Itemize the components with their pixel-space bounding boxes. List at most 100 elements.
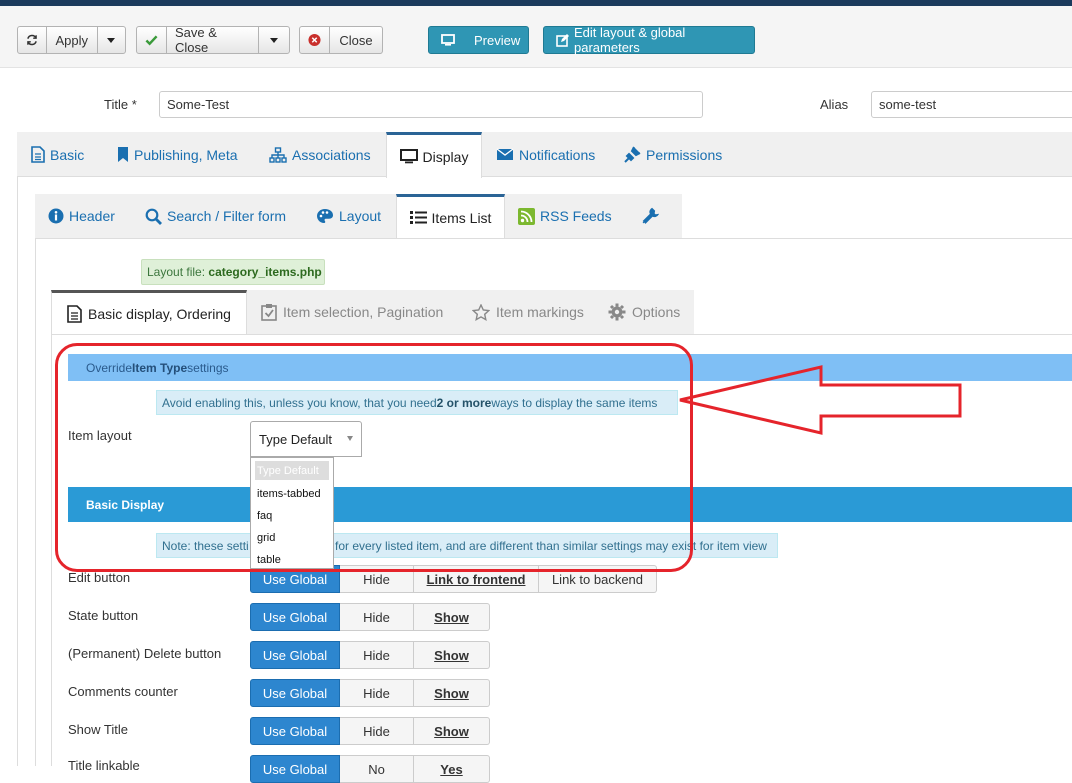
close-button[interactable]: Close: [330, 27, 382, 53]
dropdown-option[interactable]: Type Default: [255, 461, 329, 480]
warning-note: Avoid enabling this, unless you know, th…: [156, 390, 678, 415]
tab-display[interactable]: Display: [386, 132, 482, 178]
edit-icon: [556, 33, 569, 47]
save-close-button[interactable]: Save & Close: [167, 25, 260, 55]
main-tabs: Basic Publishing, Meta Associations Disp…: [17, 132, 1072, 178]
title-linkable-options: Use Global No Yes: [250, 755, 490, 783]
option-show[interactable]: Show: [414, 641, 490, 669]
layout-file-badge: Layout file: category_items.php: [141, 259, 325, 285]
wrench-icon: [641, 207, 659, 225]
palette-icon: [316, 208, 334, 224]
option-show[interactable]: Show: [414, 717, 490, 745]
option-use-global[interactable]: Use Global: [250, 603, 340, 631]
option-use-global[interactable]: Use Global: [250, 717, 340, 745]
dropdown-option[interactable]: items-tabbed: [251, 483, 333, 505]
tab-associations[interactable]: Associations: [269, 132, 371, 177]
edit-layout-button[interactable]: Edit layout & global parameters: [543, 25, 755, 55]
close-button-group[interactable]: Close: [299, 26, 383, 54]
item-layout-label: Item layout: [68, 428, 132, 443]
search-icon: [145, 208, 162, 225]
option-no[interactable]: No: [340, 755, 414, 783]
monitor-icon: [441, 34, 455, 46]
monitor-icon: [399, 149, 418, 164]
option-link-frontend[interactable]: Link to frontend: [414, 565, 539, 593]
refresh-icon: [18, 27, 47, 53]
comments-counter-options: Use Global Hide Show: [250, 679, 490, 707]
tab-items-list[interactable]: Items List: [396, 194, 505, 238]
item-layout-dropdown: Type Default items-tabbed faq grid table: [250, 457, 334, 569]
chevron-down-icon: [107, 37, 116, 43]
option-hide[interactable]: Hide: [340, 641, 414, 669]
option-show[interactable]: Show: [414, 603, 490, 631]
list-icon: [409, 210, 427, 225]
clipboard-check-icon: [261, 303, 277, 321]
check-icon: [137, 27, 167, 53]
bookmark-icon: [117, 146, 129, 163]
layout-file-name: category_items.php: [208, 265, 322, 279]
tab-permissions[interactable]: Permissions: [623, 132, 722, 177]
rss-icon: [518, 207, 535, 225]
tab-basic-display-ordering[interactable]: Basic display, Ordering: [51, 290, 247, 334]
item-layout-select[interactable]: Type Default: [250, 421, 362, 457]
tab-advanced[interactable]: [641, 194, 659, 238]
show-title-label: Show Title: [68, 722, 128, 737]
option-use-global[interactable]: Use Global: [250, 755, 340, 783]
tab-basic[interactable]: Basic: [31, 132, 84, 177]
option-link-backend[interactable]: Link to backend: [539, 565, 657, 593]
option-hide[interactable]: Hide: [340, 565, 414, 593]
override-header: Override Item Type settings: [68, 354, 1072, 381]
tab-notifications[interactable]: Notifications: [496, 132, 595, 177]
chevron-down-icon: [270, 37, 279, 43]
option-use-global[interactable]: Use Global: [250, 641, 340, 669]
delete-button-options: Use Global Hide Show: [250, 641, 490, 669]
preview-button[interactable]: Preview: [428, 26, 529, 54]
star-icon: [472, 303, 490, 321]
items-list-subtabs: Basic display, Ordering Item selection, …: [51, 290, 694, 334]
gear-icon: [608, 303, 626, 321]
state-button-label: State button: [68, 608, 139, 623]
apply-dropdown-toggle[interactable]: [98, 27, 125, 53]
option-hide[interactable]: Hide: [340, 679, 414, 707]
option-hide[interactable]: Hide: [340, 603, 414, 631]
tab-search-filter-form[interactable]: Search / Filter form: [145, 194, 286, 238]
alias-input[interactable]: some-test: [871, 91, 1072, 118]
show-title-options: Use Global Hide Show: [250, 717, 490, 745]
state-button-options: Use Global Hide Show: [250, 603, 490, 631]
display-tabs: Header Search / Filter form Layout Items…: [35, 194, 682, 238]
preview-label: Preview: [474, 32, 521, 48]
dropdown-option[interactable]: grid: [251, 527, 333, 549]
option-show[interactable]: Show: [414, 679, 490, 707]
document-icon: [31, 146, 45, 163]
edit-layout-label: Edit layout & global parameters: [574, 25, 686, 55]
basic-display-header: Basic Display: [68, 487, 1072, 522]
option-use-global[interactable]: Use Global: [250, 679, 340, 707]
alias-label: Alias: [820, 97, 849, 112]
edit-button-label: Edit button: [68, 570, 131, 585]
tab-item-selection-pagination[interactable]: Item selection, Pagination: [261, 290, 443, 334]
chevron-down-icon: [347, 436, 353, 441]
title-label: Title *: [104, 97, 137, 112]
option-hide[interactable]: Hide: [340, 717, 414, 745]
envelope-icon: [496, 148, 514, 161]
tab-publishing-meta[interactable]: Publishing, Meta: [117, 132, 238, 177]
option-yes[interactable]: Yes: [414, 755, 490, 783]
info-icon: [48, 208, 64, 224]
close-circle-icon: [300, 27, 330, 53]
save-dropdown-toggle[interactable]: [259, 27, 289, 53]
sitemap-icon: [269, 146, 287, 163]
title-input[interactable]: Some-Test: [159, 91, 703, 118]
tab-header[interactable]: Header: [48, 194, 115, 238]
save-close-button-group[interactable]: Save & Close: [136, 25, 290, 55]
document-icon: [67, 304, 82, 323]
comments-counter-label: Comments counter: [68, 684, 178, 699]
apply-button-group[interactable]: Apply: [17, 26, 126, 54]
dropdown-option[interactable]: faq: [251, 505, 333, 527]
tab-layout[interactable]: Layout: [316, 194, 381, 238]
delete-button-label: (Permanent) Delete button: [68, 646, 222, 661]
tab-rss-feeds[interactable]: RSS Feeds: [518, 194, 612, 238]
tab-options[interactable]: Options: [608, 290, 680, 334]
apply-button[interactable]: Apply: [47, 27, 98, 53]
tab-item-markings[interactable]: Item markings: [472, 290, 584, 334]
dropdown-option[interactable]: table: [251, 549, 333, 571]
plug-icon: [623, 146, 641, 164]
